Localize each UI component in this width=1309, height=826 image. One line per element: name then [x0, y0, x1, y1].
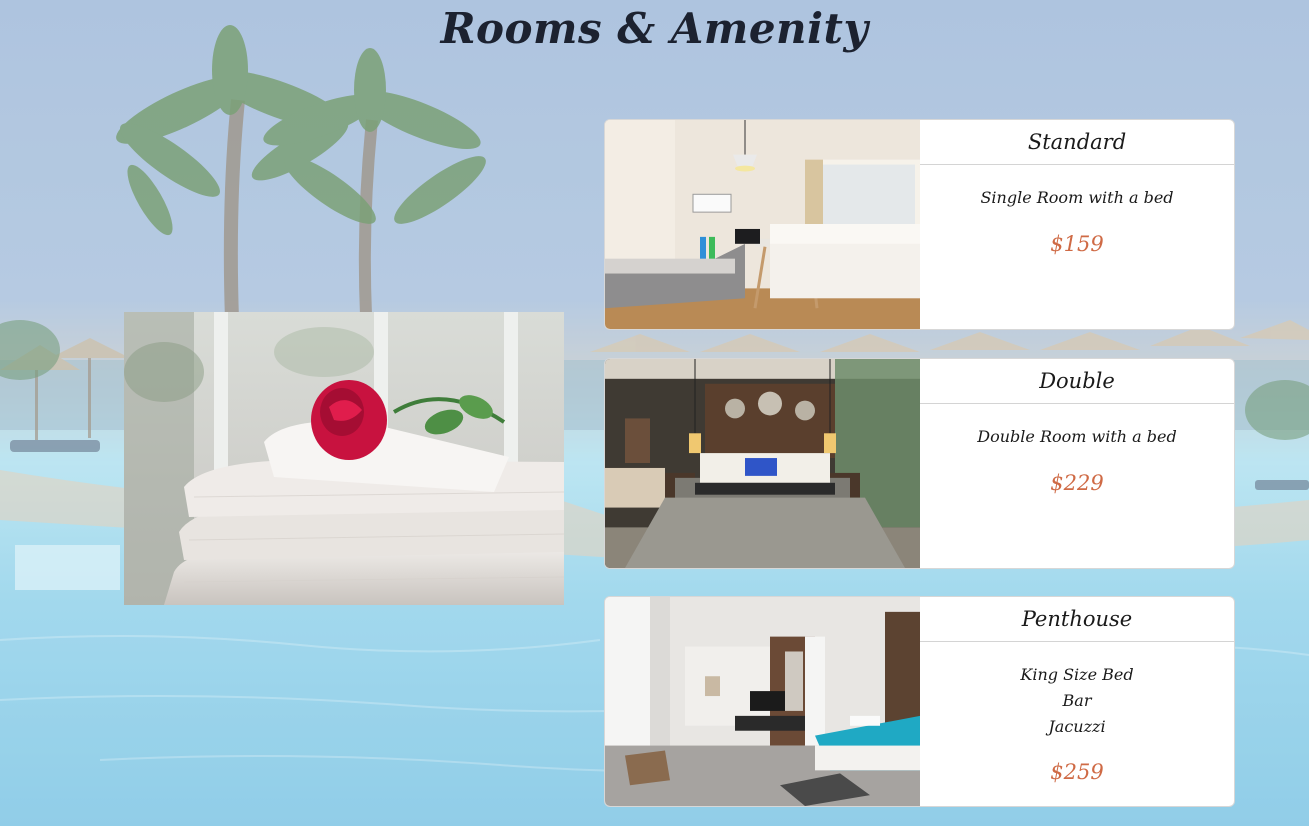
room-price: $259: [1050, 760, 1104, 784]
room-description-line: King Size Bed: [1020, 665, 1134, 684]
room-card-penthouse[interactable]: Penthouse King Size Bed Bar Jacuzzi $259: [604, 596, 1235, 807]
penthouse-room-photo: [605, 597, 920, 806]
room-description-line: Bar: [1062, 691, 1092, 710]
room-description-line: Jacuzzi: [1048, 717, 1106, 736]
standard-room-photo: [605, 120, 920, 329]
page-title: Rooms & Amenity: [440, 4, 869, 53]
room-description: Double Room with a bed: [977, 427, 1177, 446]
room-name: Double: [920, 359, 1234, 404]
room-description: Single Room with a bed: [980, 188, 1174, 207]
room-name: Penthouse: [920, 597, 1234, 642]
room-card-double[interactable]: Double Double Room with a bed $229: [604, 358, 1235, 569]
room-card-standard[interactable]: Standard Single Room with a bed $159: [604, 119, 1235, 330]
double-room-photo: [605, 359, 920, 568]
room-price: $229: [1050, 471, 1104, 495]
towels-rose-photo: [124, 312, 564, 605]
room-name: Standard: [920, 120, 1234, 165]
room-price: $159: [1050, 232, 1104, 256]
